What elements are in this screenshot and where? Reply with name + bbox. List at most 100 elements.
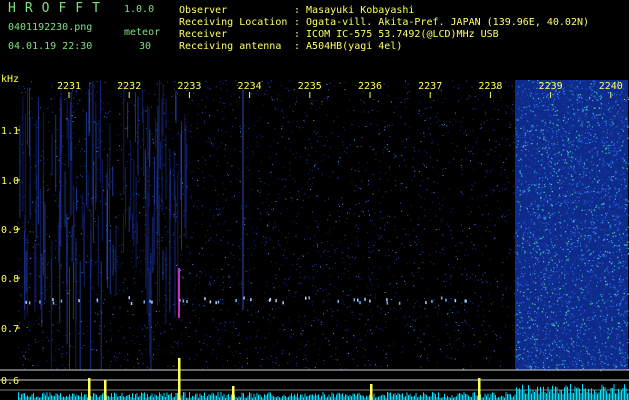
level-bar: [394, 393, 396, 400]
meteor-echo: [398, 301, 401, 305]
level-bar: [522, 384, 523, 400]
level-bar: [444, 393, 445, 400]
level-bar: [295, 396, 297, 400]
time-tick-label: 2240: [599, 81, 623, 92]
level-bar: [378, 396, 379, 400]
level-bar: [25, 396, 27, 400]
meteor-echo: [282, 301, 284, 305]
meteor-echo: [28, 301, 31, 305]
level-bar: [399, 393, 400, 400]
level-bar: [268, 392, 270, 400]
level-bar: [339, 393, 340, 400]
level-bar: [169, 394, 171, 400]
level-bar: [306, 396, 307, 400]
level-bar: [226, 395, 228, 400]
level-bar: [333, 393, 334, 400]
level-bar: [175, 393, 177, 400]
level-bar: [253, 393, 255, 400]
level-bar: [247, 395, 249, 400]
meteor-echo: [215, 301, 217, 305]
level-bar: [258, 394, 259, 400]
level-bar: [534, 392, 535, 400]
level-bar: [544, 392, 546, 400]
level-bar: [201, 395, 202, 400]
level-bar: [204, 392, 205, 400]
level-bar: [291, 393, 292, 400]
level-bar: [535, 390, 537, 400]
level-bar: [70, 396, 72, 400]
freq-tick-label: 1.1: [1, 126, 19, 137]
level-bar: [553, 392, 555, 400]
level-peak: [478, 378, 481, 400]
level-bar: [555, 386, 556, 400]
level-bar: [583, 389, 585, 400]
level-bar: [502, 396, 504, 400]
level-bar: [603, 386, 604, 400]
level-bar: [564, 387, 565, 400]
level-bar: [541, 391, 543, 400]
level-bar: [46, 392, 48, 400]
level-bar: [349, 394, 351, 400]
spectrogram-chart: 2231 2232 2233 2234 2235 2236 2237 2238 2239 2240…: [0, 74, 629, 400]
level-bar: [91, 396, 93, 400]
level-bar: [115, 393, 117, 400]
meteor-echo: [128, 296, 130, 300]
meteor-echo: [52, 298, 54, 302]
level-bar: [601, 384, 603, 400]
level-bar: [73, 393, 75, 400]
meteor-echo: [353, 298, 356, 302]
level-bar: [310, 394, 312, 400]
level-bar: [126, 395, 127, 400]
level-bar: [457, 393, 459, 400]
level-bar: [529, 388, 531, 400]
meteor-echo: [250, 298, 252, 302]
level-bar: [600, 389, 601, 400]
level-bar: [352, 393, 354, 400]
level-bar: [144, 392, 145, 400]
level-bar: [384, 395, 385, 400]
level-bar: [415, 393, 417, 400]
level-bar: [202, 396, 204, 400]
level-bar: [526, 393, 528, 400]
level-bar: [256, 392, 258, 400]
level-bar: [331, 392, 333, 400]
level-bar: [243, 393, 244, 400]
level-bar: [462, 394, 463, 400]
level-bar: [85, 394, 87, 400]
level-bar: [409, 394, 411, 400]
level-bar: [264, 394, 265, 400]
level-bar: [397, 392, 399, 400]
level-bar: [427, 396, 429, 400]
level-bar: [316, 395, 318, 400]
level-bar: [151, 393, 153, 400]
meteor-echo: [454, 299, 457, 303]
level-bar: [508, 394, 510, 400]
freq-tick-label: 0.6: [1, 376, 19, 387]
meteor-echo: [359, 301, 361, 305]
level-bar: [456, 396, 457, 400]
meteor-echo: [425, 301, 427, 305]
level-bar: [42, 393, 43, 400]
level-bar: [147, 394, 148, 400]
level-bar: [238, 396, 240, 400]
level-bar: [304, 393, 306, 400]
level-peak: [88, 378, 91, 400]
level-bar: [312, 394, 313, 400]
level-bar: [136, 393, 138, 400]
level-bar: [49, 392, 51, 400]
level-bar: [141, 392, 142, 400]
level-bar: [411, 396, 412, 400]
level-bar: [315, 393, 316, 400]
level-bar: [627, 393, 628, 400]
level-bar: [609, 393, 610, 400]
level-bar: [357, 393, 358, 400]
level-bar: [552, 385, 553, 400]
meteor-echo: [39, 300, 41, 304]
meteor-echo: [386, 298, 388, 302]
level-bar: [318, 394, 319, 400]
level-bar: [123, 396, 124, 400]
level-bar: [66, 395, 67, 400]
level-bar: [289, 395, 291, 400]
level-bar: [610, 388, 612, 400]
level-bar: [162, 396, 163, 400]
